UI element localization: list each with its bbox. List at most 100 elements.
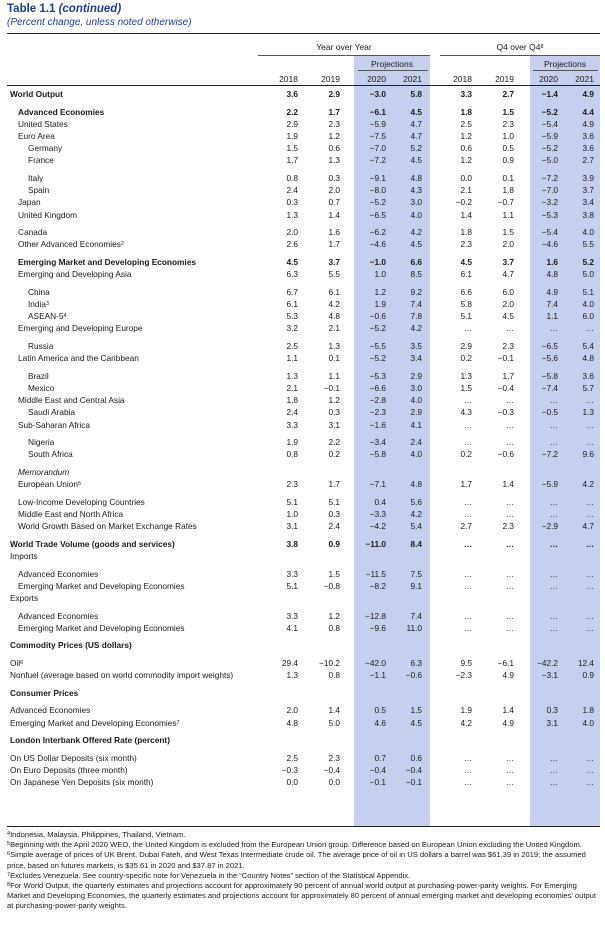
- cell-value: 7.4: [410, 610, 422, 621]
- cell-value: 1.7: [286, 155, 298, 166]
- cell-value: …: [505, 765, 514, 775]
- cell-value: 0.8: [286, 449, 298, 460]
- cell-value: 1.4: [328, 705, 340, 716]
- cell-value: −1.4: [541, 89, 558, 99]
- cell-value: …: [505, 419, 514, 430]
- row-label: Oil6: [10, 658, 24, 668]
- table-row: Middle East and North Africa 1.0 0.3 −3.3 4.…: [0, 509, 605, 520]
- cell-value: 1.8: [286, 395, 298, 406]
- cell-value: …: [505, 395, 514, 406]
- row-label: Advanced Economies: [18, 610, 99, 621]
- cell-value: −0.3: [281, 765, 298, 775]
- cell-value: 0.0: [460, 173, 472, 183]
- cell-value: −9.6: [369, 622, 386, 633]
- cell-value: −42.0: [365, 658, 386, 668]
- cell-value: …: [549, 765, 558, 775]
- cell-value: −0.1: [405, 777, 422, 788]
- cell-value: 1.1: [502, 209, 514, 220]
- row-label: London Interbank Offered Rate (percent): [10, 735, 170, 746]
- cell-value: …: [463, 777, 472, 788]
- cell-value: 5.1: [286, 496, 298, 507]
- cell-value: 5.8: [410, 89, 422, 99]
- cell-value: 2.1: [328, 323, 340, 334]
- row-label: United States: [18, 118, 68, 129]
- cell-value: 1.6: [328, 227, 340, 238]
- row-label: Advanced Economies: [18, 106, 105, 117]
- cell-value: 4.1: [410, 419, 422, 430]
- cell-value: −5.2: [369, 353, 386, 364]
- cell-value: 1.4: [460, 209, 472, 220]
- cell-value: −0.1: [497, 353, 514, 364]
- cell-value: −5.4: [541, 227, 558, 238]
- cell-value: 9.6: [582, 449, 594, 460]
- cell-value: −0.6: [497, 449, 514, 460]
- row-label: Emerging Market and Developing Economies: [18, 257, 196, 267]
- year-header-1: 2019: [321, 74, 340, 84]
- cell-value: −5.9: [369, 118, 386, 129]
- cell-value: …: [585, 777, 594, 788]
- cell-value: 4.3: [410, 185, 422, 196]
- cell-value: …: [549, 323, 558, 334]
- cell-value: 1.5: [286, 143, 298, 154]
- cell-value: −7.2: [541, 173, 558, 183]
- cell-value: …: [505, 509, 514, 519]
- cell-value: 3.3: [286, 610, 298, 621]
- row-label: Exports: [10, 593, 39, 603]
- cell-value: …: [505, 568, 514, 579]
- cell-value: 4.2: [410, 323, 422, 334]
- cell-value: 2.0: [502, 299, 514, 309]
- table-row: Advanced Economies 2.0 1.4 0.5 1.5 1.9 1.4 0.3 1…: [0, 705, 605, 716]
- cell-value: 3.3: [286, 419, 298, 430]
- footnotes: 4Indonesia, Malaysia, Philippines, Thail…: [7, 830, 599, 912]
- footnote-ref: 4: [63, 313, 67, 320]
- cell-value: −0.3: [497, 407, 514, 418]
- cell-value: 5.1: [582, 286, 594, 297]
- table-row: Brazil 1.3 1.1 −5.3 2.9 1.3 1.7 −5.8 3.6: [0, 371, 605, 382]
- table-row: Commodity Prices (US dollars): [0, 640, 605, 651]
- cell-value: 6.6: [460, 286, 472, 297]
- header-projections-yoy: Projections: [370, 59, 414, 69]
- cell-value: 4.5: [410, 239, 422, 250]
- cell-value: 2.9: [410, 407, 422, 418]
- cell-value: 1.7: [502, 370, 514, 381]
- cell-value: 4.9: [582, 118, 594, 129]
- cell-value: 6.1: [286, 299, 298, 309]
- cell-value: 4.2: [582, 479, 594, 490]
- cell-value: −0.8: [323, 580, 340, 591]
- cell-value: 3.3: [286, 568, 298, 579]
- top-rule: [7, 33, 600, 34]
- row-label: World Trade Volume (goods and services): [10, 538, 175, 549]
- row-label: South Africa: [28, 449, 73, 460]
- cell-value: −5.2: [369, 197, 386, 208]
- cell-value: 4.2: [410, 509, 422, 519]
- row-label: Memorandum: [18, 467, 70, 477]
- cell-value: 0.6: [460, 143, 472, 154]
- cell-value: −6.1: [497, 658, 514, 668]
- cell-value: 1.6: [546, 257, 558, 267]
- cell-value: 2.0: [286, 705, 298, 716]
- row-label: World Output: [10, 89, 63, 99]
- cell-value: …: [463, 538, 472, 549]
- cell-value: 2.2: [286, 106, 298, 117]
- cell-value: …: [505, 437, 514, 448]
- table-row: Nonfuel (average based on world commodit…: [0, 670, 605, 681]
- cell-value: −5.6: [541, 353, 558, 364]
- cell-value: …: [463, 752, 472, 763]
- row-label: European Union5: [18, 479, 82, 490]
- cell-value: 5.2: [582, 257, 594, 267]
- cell-value: …: [505, 752, 514, 763]
- row-label: Brazil: [28, 370, 49, 381]
- year-header-7: 2021: [575, 74, 594, 84]
- row-label: Middle East and Central Asia: [18, 395, 125, 406]
- year-header-2: 2020: [367, 74, 386, 84]
- cell-value: −1.0: [369, 257, 386, 267]
- cell-value: −7.5: [369, 131, 386, 141]
- table-row: On Japanese Yen Deposits (six month) 0.0 0…: [0, 777, 605, 788]
- cell-value: −7.2: [369, 155, 386, 166]
- row-label: United Kingdom: [18, 209, 78, 220]
- row-label: On Japanese Yen Deposits (six month): [10, 777, 154, 788]
- cell-value: 2.9: [460, 341, 472, 351]
- header-yoy-rule: [258, 55, 430, 56]
- cell-value: 3.1: [328, 419, 340, 430]
- cell-value: −6.5: [369, 209, 386, 220]
